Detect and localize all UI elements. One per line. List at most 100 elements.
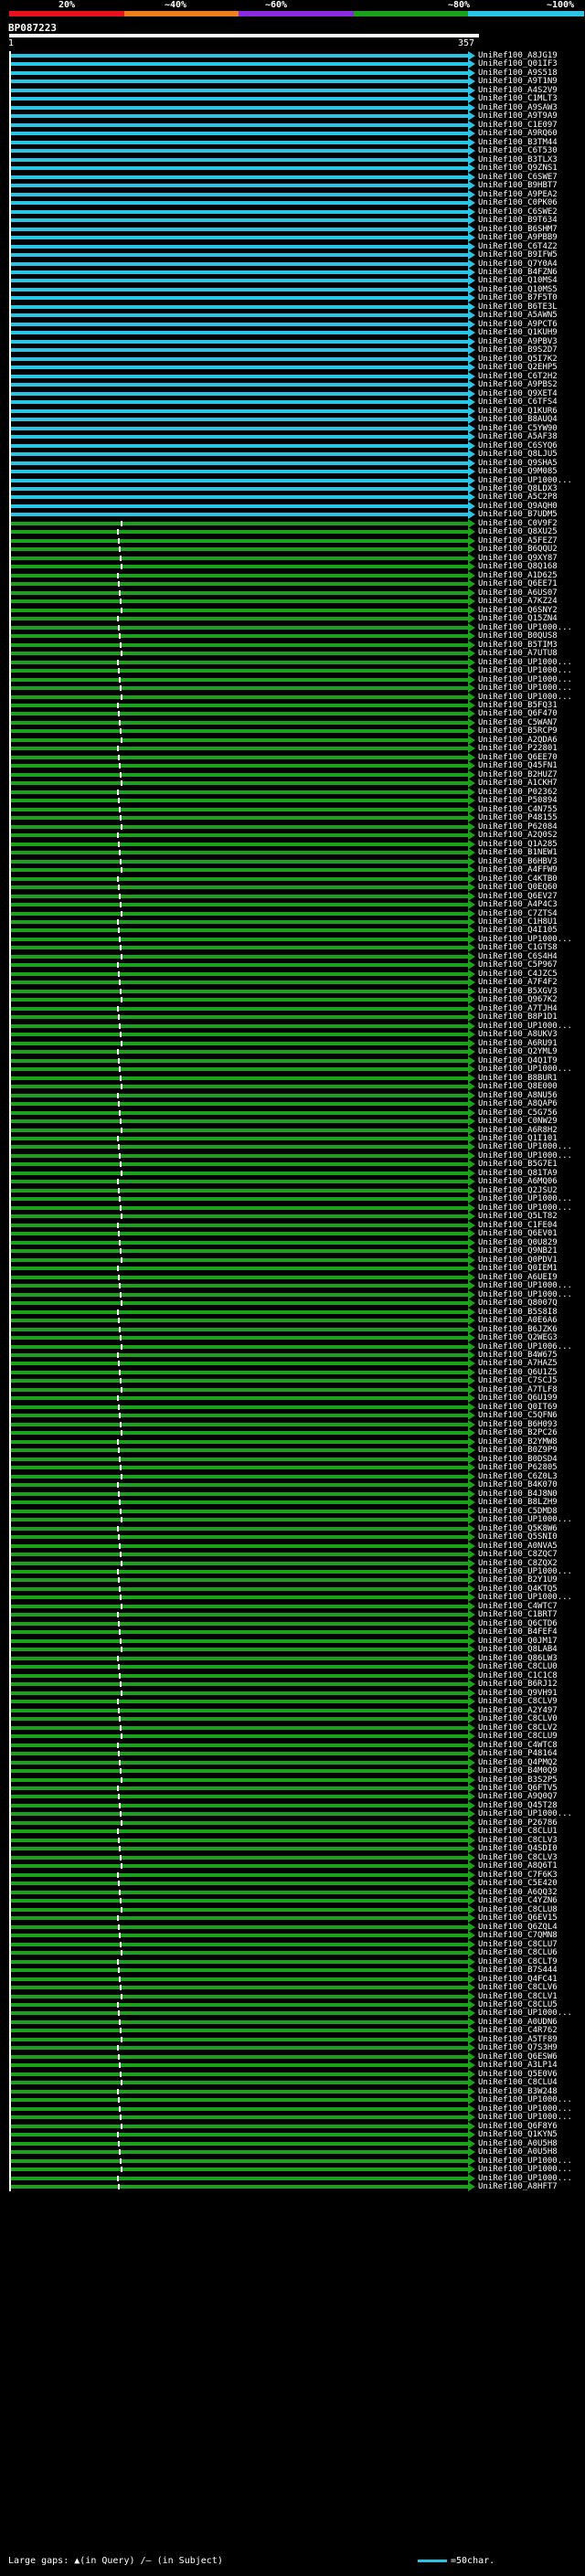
gap-marker [117,2175,119,2181]
scale-legend-text: =50char. [451,2556,495,2566]
alignment-bar [11,2054,468,2059]
alignment-bar [11,911,468,916]
gap-marker [118,1707,120,1713]
gap-marker [120,858,122,864]
alignment-bar [11,1240,468,1245]
alignment-bar [11,2037,468,2041]
alignment-bar [11,824,468,829]
gap-marker [119,589,121,596]
hit-row[interactable]: UniRef100_A8HFT7 [0,2182,585,2192]
alignment-bar [11,1093,468,1097]
gap-marker [118,1664,120,1670]
gap-marker [118,1274,120,1280]
gap-marker [121,910,122,917]
gap-marker [118,1014,120,1021]
gap-marker [119,1413,121,1419]
alignment-bar [11,313,468,318]
gap-marker [120,771,122,778]
alignment-bar [11,590,468,595]
gap-marker [119,1109,121,1116]
alignment-bar [11,1803,468,1807]
hit-label[interactable]: UniRef100_A8HFT7 [478,2182,558,2191]
alignment-bar [11,1284,468,1288]
alignment-bar [11,989,468,993]
gap-marker [117,1352,119,1358]
gap-marker [117,1136,119,1141]
gap-marker [117,1309,119,1315]
alignment-bar [11,669,468,673]
gap-marker [117,1179,119,1185]
scale-tick-60: ~60% [265,0,288,10]
alignment-bar [11,201,468,206]
gap-marker [120,1638,122,1644]
gap-marker [117,832,119,839]
alignment-bar [11,1934,468,1938]
alignment-bar [11,1448,468,1453]
alignment-bar [11,608,468,612]
gap-marker [120,1768,122,1775]
scale-tick-40: ~40% [165,0,187,10]
alignment-bar [11,816,468,821]
gap-marker [119,2062,121,2069]
gap-marker [120,685,122,692]
alignment-bar [11,1829,468,1834]
alignment-bar [11,599,468,604]
query-id: BP087223 [8,22,57,34]
gap-marker [121,1386,122,1393]
alignment-bar [11,1466,468,1470]
gap-marker [117,1525,119,1532]
gap-marker [120,1811,122,1818]
alignment-bar [11,1058,468,1063]
footer-legend: Large gaps: ▲(in Query) /– (in Subject) … [8,2556,495,2566]
gap-marker [117,1915,119,1922]
alignment-bar [11,686,468,691]
gap-marker [118,2097,120,2104]
alignment-bar [11,642,468,647]
alignment-bar [11,470,468,474]
alignment-bar [11,1491,468,1496]
alignment-bar [11,1708,468,1712]
large-gaps-label: Large gaps: [8,2556,69,2566]
gap-marker [118,1490,120,1497]
gap-marker [117,919,119,925]
alignment-bar [11,1370,468,1374]
alignment-bar [11,971,468,976]
gap-marker [120,2071,122,2077]
alignment-bar [11,1864,468,1869]
gap-marker [119,1716,121,1723]
gap-marker [118,1187,120,1193]
alignment-bar [11,1344,468,1349]
scale-tick-80: ~80% [448,0,471,10]
gap-marker [120,1724,122,1731]
gap-marker [118,2053,120,2060]
alignment-bar [11,1518,468,1522]
alignment-bar [11,1820,468,1825]
gap-marker [118,885,120,891]
gap-marker [119,936,121,942]
alignment-bar [11,1267,468,1271]
gap-marker [118,2184,120,2190]
alignment-bar [11,1586,468,1591]
alignment-bar [11,1553,468,1557]
gap-marker [121,1256,122,1263]
gap-marker [119,763,121,769]
gap-marker [120,1291,122,1298]
alignment-bar [11,928,468,933]
alignment-bar [11,1812,468,1817]
alignment-bar [11,54,468,58]
alignment-bar [11,1968,468,1973]
alignment-bar [11,1223,468,1227]
alignment-bar [11,1752,468,1756]
gap-marker [120,641,122,648]
alignment-bar [11,426,468,430]
alignment-bar [11,1855,468,1860]
gap-marker [120,815,122,822]
gap-marker [119,1933,121,1939]
alignment-bar [11,452,468,457]
alignment-bar [11,122,468,127]
gap-marker [118,1577,120,1584]
alignment-bar [11,781,468,786]
alignment-bar [11,1595,468,1600]
gap-marker [118,1751,120,1757]
alignment-bar [11,755,468,759]
